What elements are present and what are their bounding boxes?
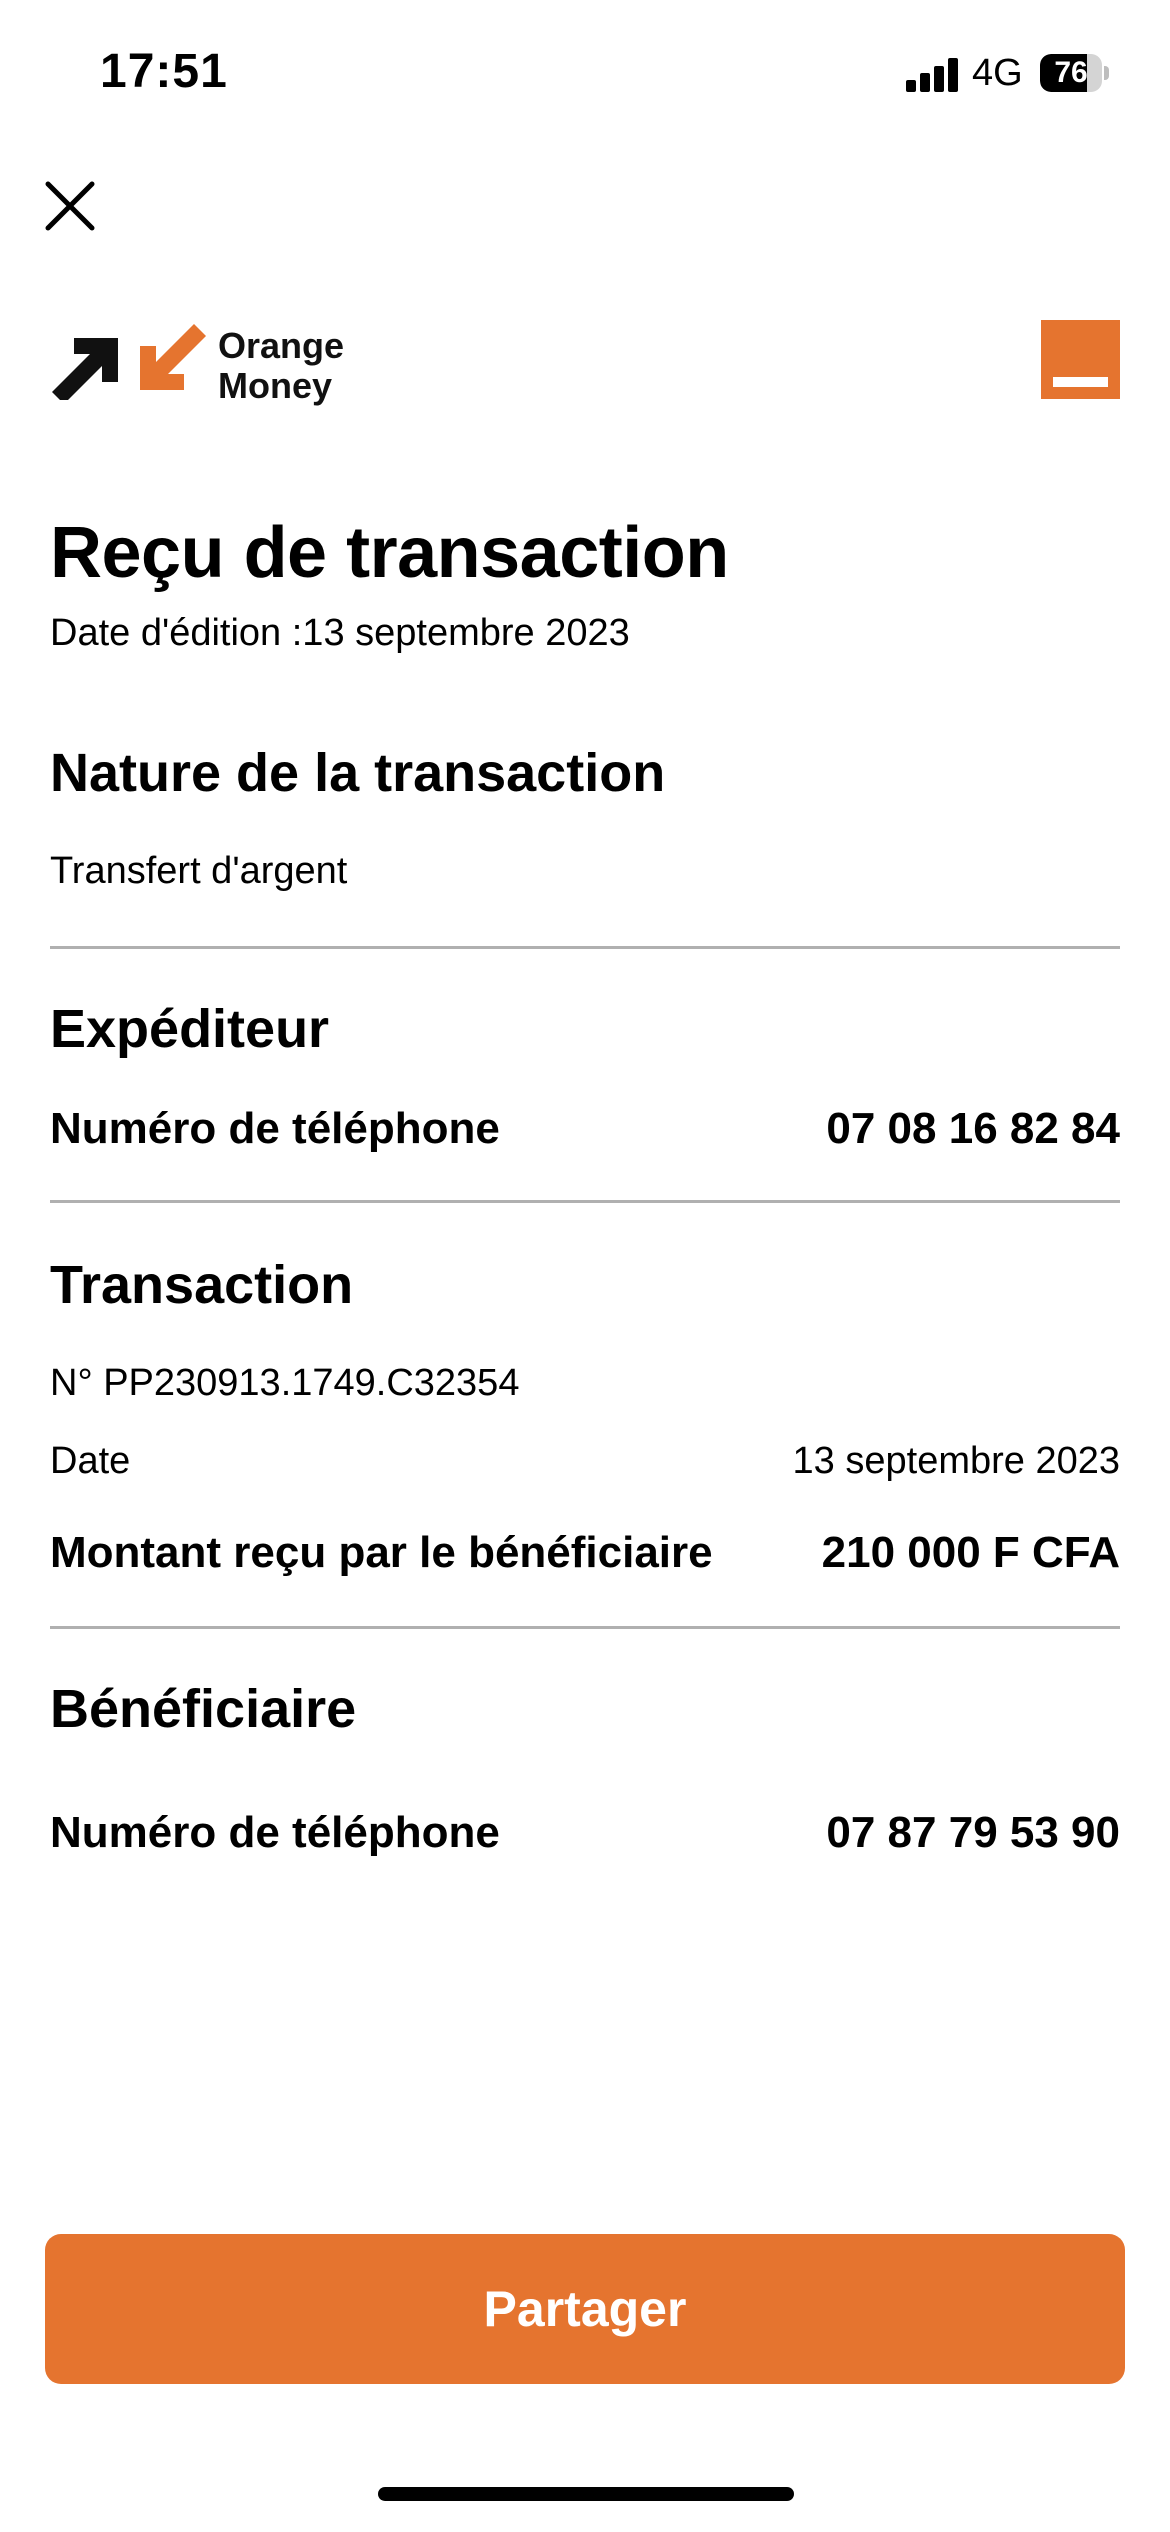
battery-percentage: 76: [1054, 56, 1088, 89]
divider: [50, 1200, 1120, 1203]
share-button[interactable]: Partager: [45, 2234, 1125, 2384]
divider: [50, 946, 1120, 949]
amount-row: Montant reçu par le bénéficiaire 210 000…: [50, 1528, 1120, 1578]
sender-heading: Expéditeur: [50, 999, 330, 1059]
nature-heading: Nature de la transaction: [50, 743, 666, 803]
network-type: 4G: [972, 52, 1023, 94]
brand-name-line2: Money: [218, 365, 333, 406]
beneficiary-heading: Bénéficiaire: [50, 1679, 357, 1739]
orange-square-logo: [1041, 320, 1120, 399]
status-bar: 17:51 4G 76: [0, 0, 1170, 150]
sender-phone-row: Numéro de téléphone 07 08 16 82 84: [50, 1104, 1120, 1154]
brand-name: Orange Money: [218, 326, 344, 406]
page-title: Reçu de transaction: [50, 513, 729, 593]
battery-icon: 76: [1040, 54, 1102, 92]
status-time: 17:51: [100, 45, 228, 98]
beneficiary-phone-row: Numéro de téléphone 07 87 79 53 90: [50, 1808, 1120, 1858]
brand-name-line1: Orange: [218, 325, 345, 366]
battery-nub: [1104, 66, 1109, 80]
divider: [50, 1626, 1120, 1629]
close-icon: [45, 181, 95, 231]
edition-date: Date d'édition :13 septembre 2023: [50, 612, 630, 654]
amount-value: 210 000 F CFA: [821, 1528, 1120, 1577]
close-button[interactable]: [44, 180, 96, 232]
home-indicator[interactable]: [378, 2487, 794, 2501]
beneficiary-phone-value: 07 87 79 53 90: [826, 1808, 1120, 1857]
amount-label: Montant reçu par le bénéficiaire: [50, 1528, 713, 1577]
transaction-date-value: 13 septembre 2023: [792, 1440, 1120, 1482]
transaction-heading: Transaction: [50, 1255, 354, 1315]
beneficiary-phone-label: Numéro de téléphone: [50, 1808, 500, 1857]
orange-square-bar: [1053, 377, 1108, 387]
transaction-date-row: Date 13 septembre 2023: [50, 1440, 1120, 1483]
cellular-signal-icon: [906, 58, 960, 92]
sender-phone-label: Numéro de téléphone: [50, 1104, 500, 1153]
nature-value: Transfert d'argent: [50, 850, 348, 892]
transaction-date-label: Date: [50, 1440, 131, 1482]
sender-phone-value: 07 08 16 82 84: [826, 1104, 1120, 1153]
orange-money-arrows-logo: [52, 324, 206, 400]
transaction-number: N° PP230913.1749.C32354: [50, 1362, 520, 1404]
